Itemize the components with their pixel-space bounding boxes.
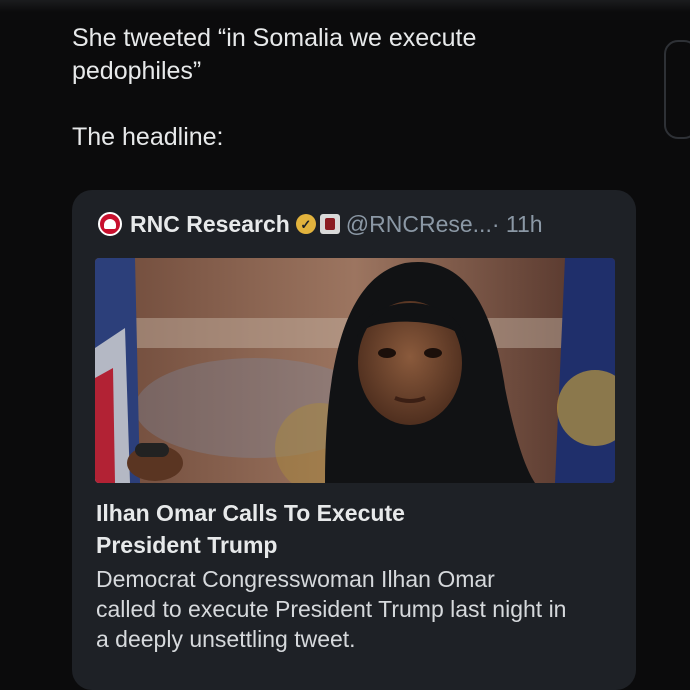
author-name[interactable]: RNC Research — [130, 211, 290, 238]
post-text-gap — [72, 88, 632, 121]
headline-photo[interactable] — [95, 258, 615, 483]
headline-description-line: a deeply unsettling tweet. — [96, 626, 356, 652]
headline-description-line: Democrat Congresswoman Ilhan Omar — [96, 566, 495, 592]
side-panel-edge — [664, 40, 690, 139]
headline-title-line: Ilhan Omar Calls To Execute — [96, 500, 405, 526]
quoted-tweet-header: RNC Research ✓ @RNCRese... · 11h — [98, 209, 543, 239]
verified-badge-icon: ✓ — [295, 214, 316, 234]
post-text-line: The headline: — [72, 123, 224, 151]
timestamp[interactable]: · 11h — [492, 211, 543, 238]
headline-description[interactable]: Democrat Congresswoman Ilhan Omar called… — [96, 564, 626, 654]
headline-title-line: President Trump — [96, 532, 278, 558]
headline-description-line: called to execute President Trump last n… — [96, 596, 567, 622]
rnc-logo[interactable] — [98, 212, 122, 236]
post-text-line: She tweeted “in Somalia we execute — [72, 24, 477, 52]
headline-title[interactable]: Ilhan Omar Calls To Execute President Tr… — [96, 497, 616, 561]
affiliate-badge-icon — [319, 214, 340, 234]
post-text: She tweeted “in Somalia we execute pedop… — [72, 22, 632, 154]
author-handle[interactable]: @RNCRese... — [346, 211, 492, 238]
quoted-tweet-card[interactable]: RNC Research ✓ @RNCRese... · 11h Ilhan O… — [72, 190, 636, 690]
post-text-line: pedophiles” — [72, 57, 202, 85]
top-shade — [0, 0, 690, 12]
